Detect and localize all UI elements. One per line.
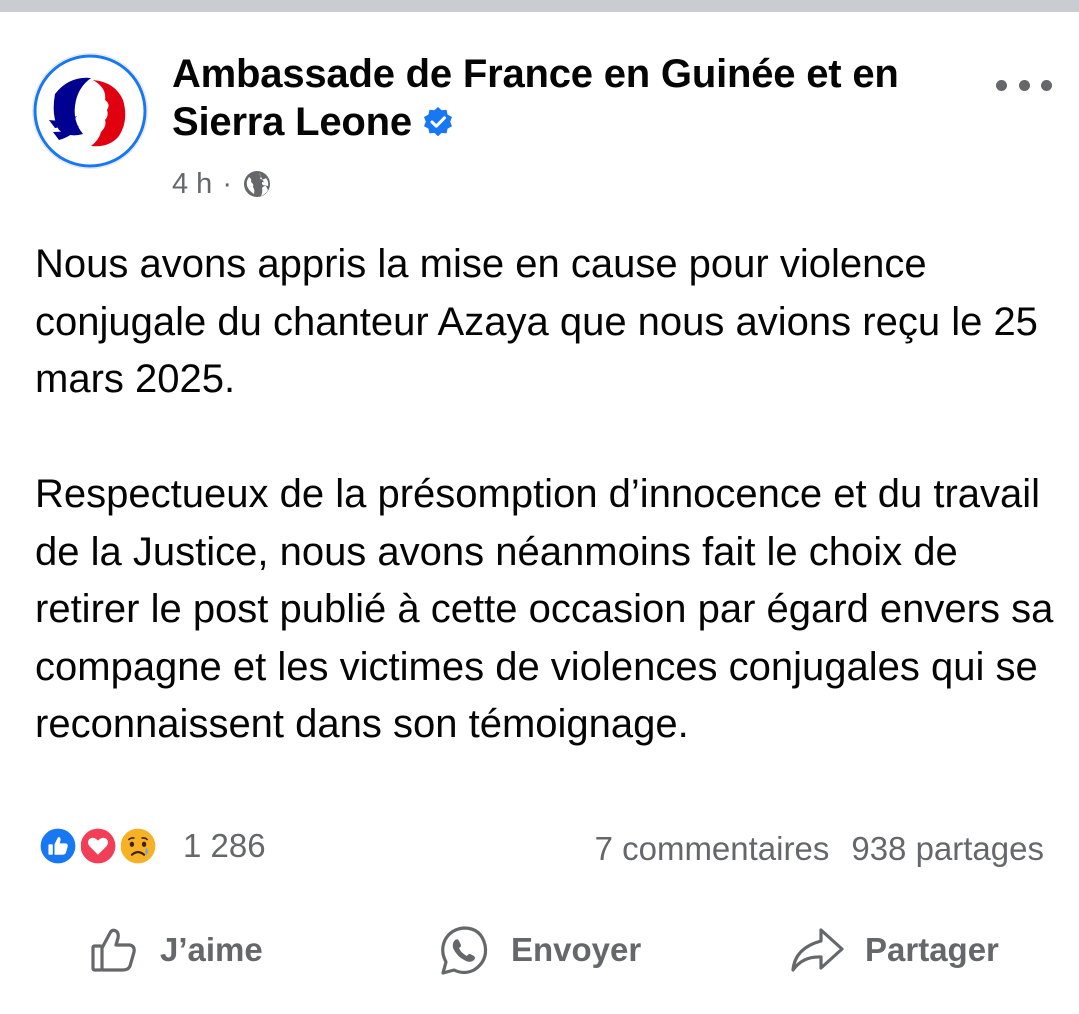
top-divider bbox=[0, 0, 1079, 12]
reaction-count[interactable]: 1 286 bbox=[183, 827, 266, 865]
action-bar: J’aime Envoyer Partager bbox=[0, 922, 1079, 978]
like-button[interactable]: J’aime bbox=[88, 922, 263, 978]
post-timestamp[interactable]: 4 h bbox=[172, 166, 212, 202]
post-paragraph-2: Respectueux de la présomption d’innocenc… bbox=[35, 472, 1054, 746]
send-label: Envoyer bbox=[511, 931, 642, 968]
post-text: Nous avons appris la mise en cause pour … bbox=[35, 236, 1055, 754]
more-dot-icon bbox=[1041, 79, 1052, 91]
post-meta: 4 h · bbox=[172, 166, 272, 202]
share-label: Partager bbox=[865, 931, 999, 968]
send-button[interactable]: Envoyer bbox=[437, 922, 641, 978]
like-label: J’aime bbox=[160, 931, 263, 968]
more-dot-icon bbox=[1018, 79, 1030, 91]
like-reaction-icon bbox=[35, 823, 81, 869]
page-name[interactable]: Ambassade de France en Guinée et en Sier… bbox=[172, 50, 972, 146]
share-button[interactable]: Partager bbox=[789, 922, 999, 978]
marianne-logo-icon bbox=[33, 54, 147, 168]
reactions-summary[interactable]: 1 286 bbox=[35, 822, 266, 870]
reaction-icons bbox=[35, 823, 171, 869]
shares-count[interactable]: 938 partages bbox=[851, 830, 1044, 867]
page-name-text[interactable]: Ambassade de France en Guinée et en Sier… bbox=[172, 52, 899, 144]
verified-badge-icon bbox=[423, 107, 452, 137]
post-card: Ambassade de France en Guinée et en Sier… bbox=[0, 12, 1079, 1014]
meta-separator: · bbox=[222, 168, 232, 200]
sad-reaction-icon bbox=[115, 823, 161, 869]
page-avatar[interactable] bbox=[33, 54, 147, 168]
whatsapp-icon bbox=[441, 926, 488, 975]
love-reaction-icon bbox=[75, 823, 121, 869]
post-paragraph-1: Nous avons appris la mise en cause pour … bbox=[35, 242, 1038, 401]
globe-icon bbox=[244, 171, 270, 197]
comments-count[interactable]: 7 commentaires bbox=[595, 830, 830, 867]
engagement-stats: 7 commentaires 938 partages bbox=[595, 829, 1044, 869]
more-dot-icon bbox=[996, 79, 1007, 91]
more-options-button[interactable] bbox=[996, 70, 1052, 100]
share-arrow-icon bbox=[791, 928, 844, 972]
thumbs-up-icon bbox=[91, 928, 136, 972]
